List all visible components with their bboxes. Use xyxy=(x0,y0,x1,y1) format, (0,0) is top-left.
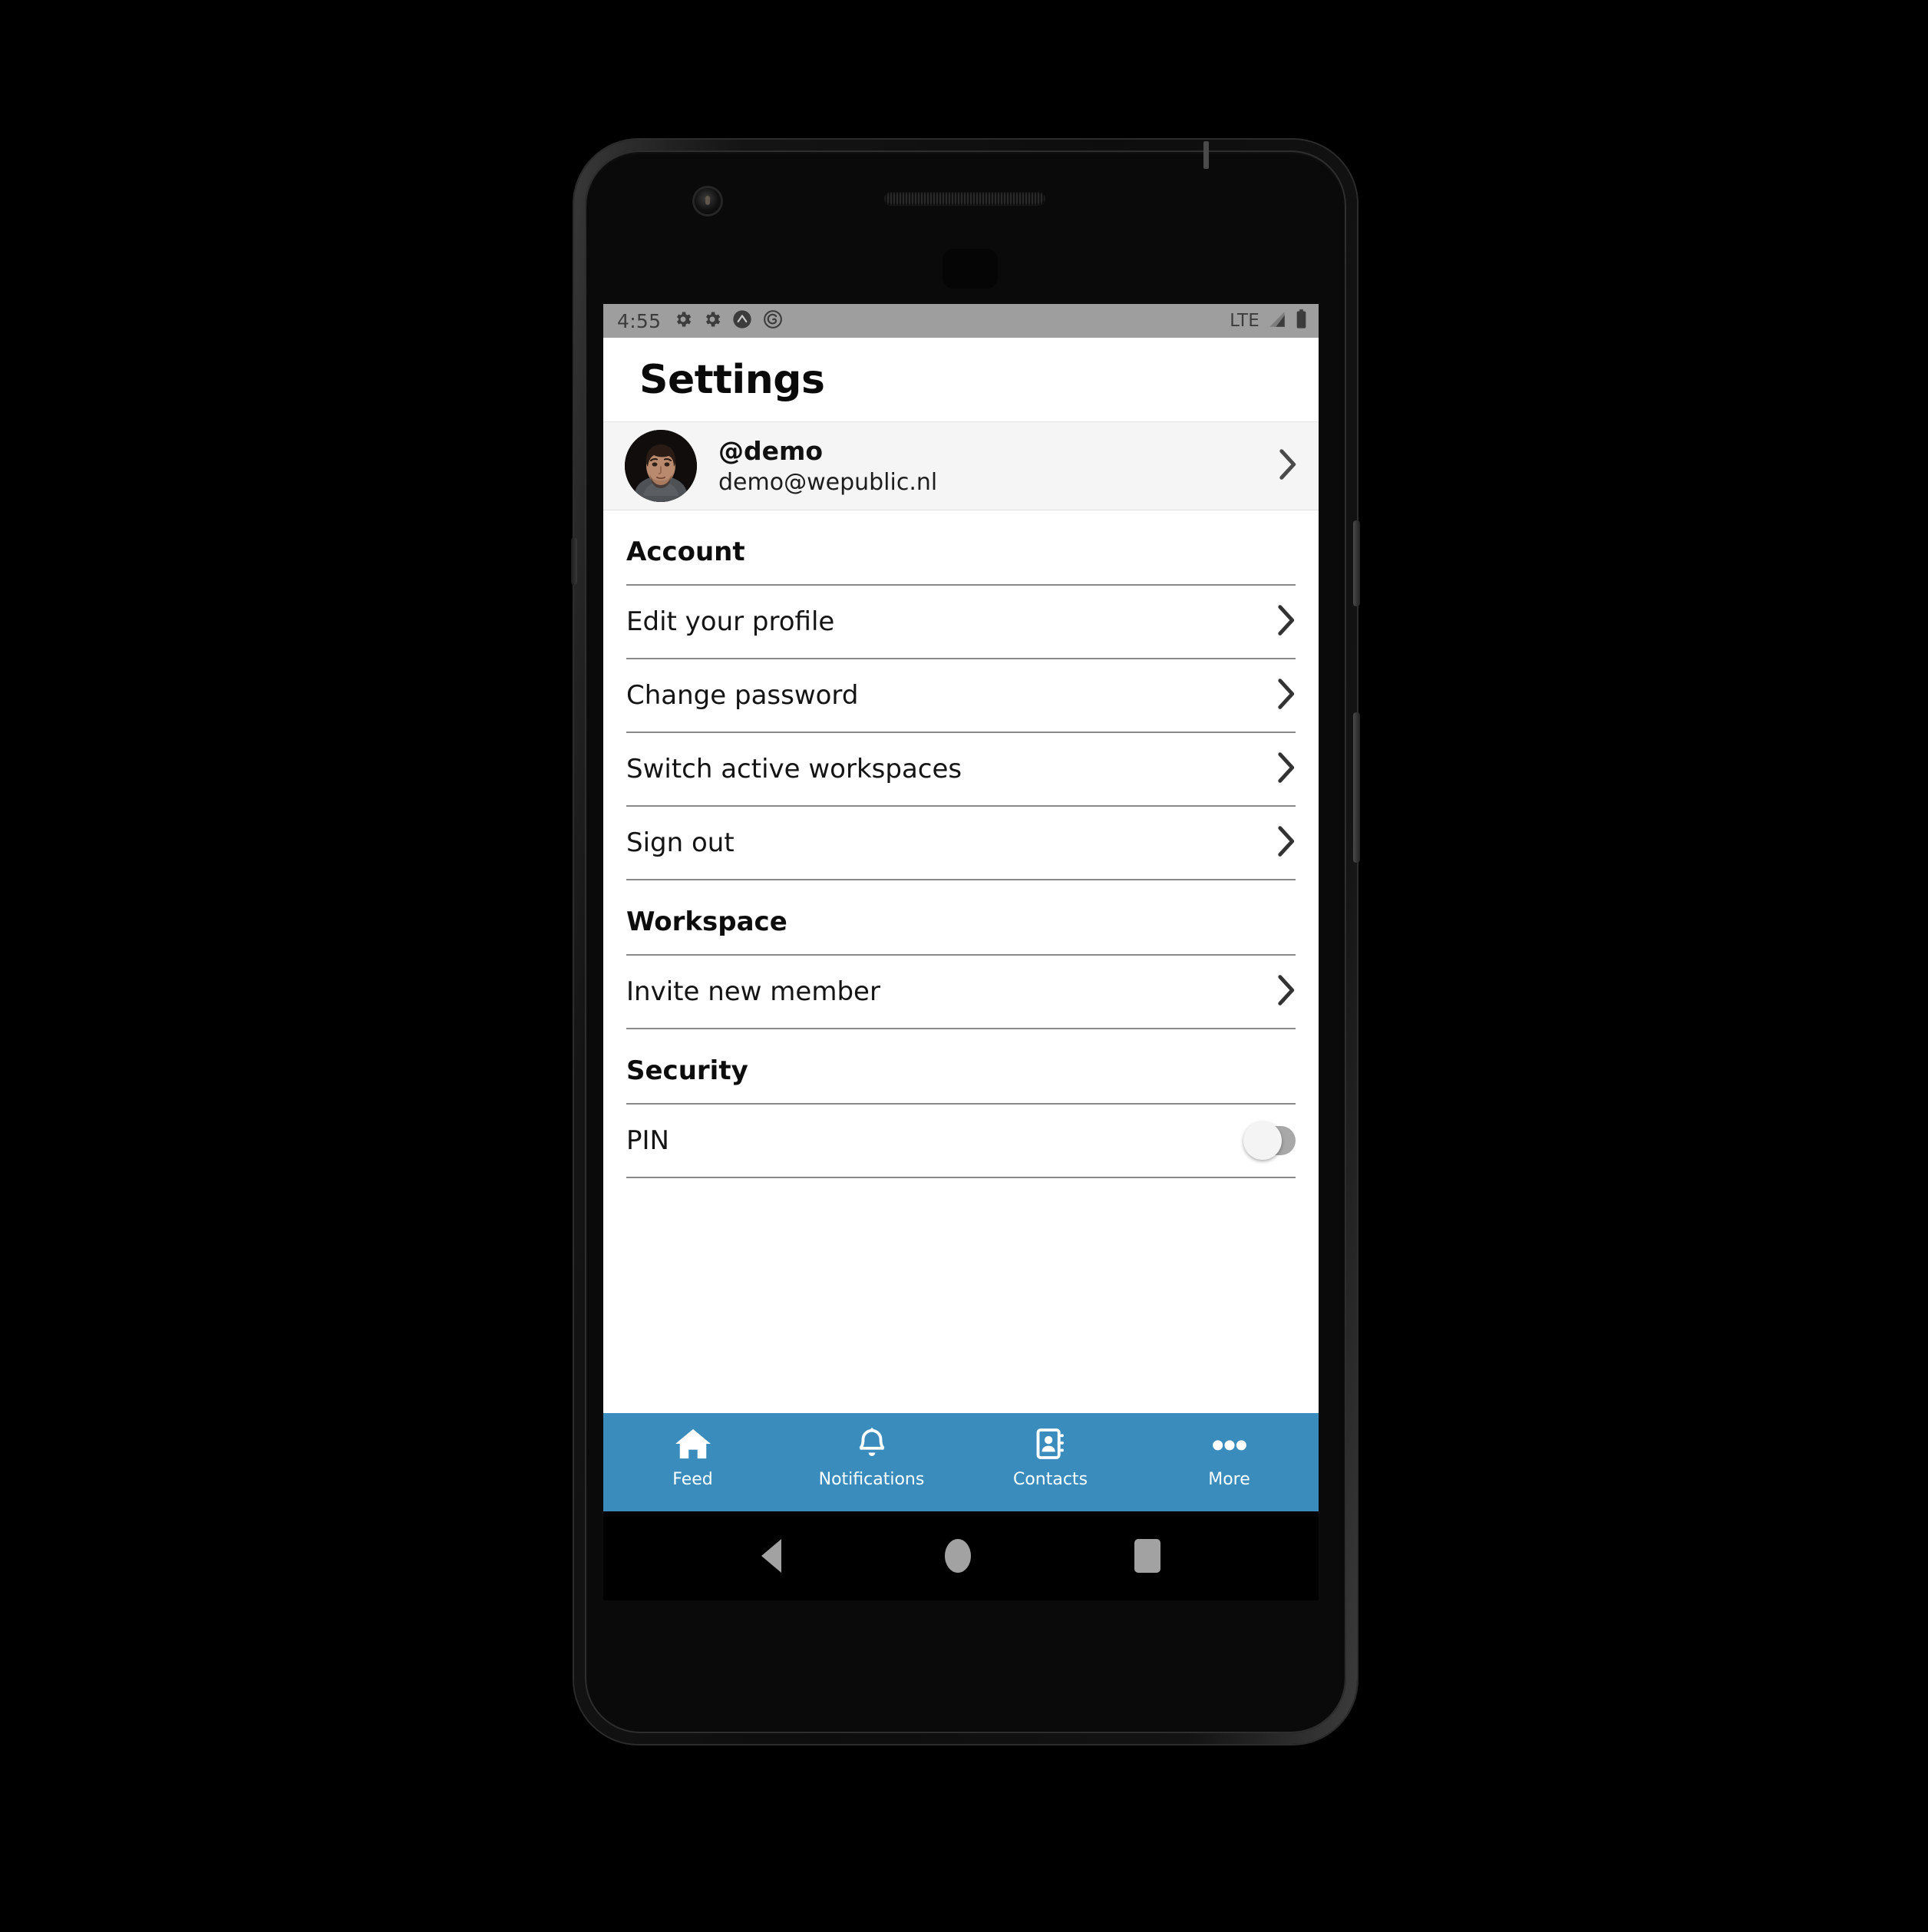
profile-row[interactable]: @demo demo@wepublic.nl xyxy=(603,422,1319,510)
toggle-switch[interactable] xyxy=(1243,1121,1296,1160)
settings-row-label: Switch active workspaces xyxy=(626,754,962,784)
settings-row-label: Invite new member xyxy=(626,976,880,1007)
settings-row-label: Sign out xyxy=(626,827,735,858)
profile-handle: @demo xyxy=(718,436,824,466)
nav-item-notifications[interactable]: Notifications xyxy=(782,1413,961,1489)
nav-label-contacts: Contacts xyxy=(1012,1470,1088,1489)
bell-icon xyxy=(854,1426,890,1465)
section-header-account: Account xyxy=(626,510,1296,586)
section-header-security: Security xyxy=(626,1029,1296,1105)
caret-circle-icon xyxy=(731,309,753,333)
chevron-right-icon xyxy=(1276,603,1296,640)
status-bar-left-icons xyxy=(673,309,784,333)
nav-item-contacts[interactable]: Contacts xyxy=(961,1413,1140,1489)
chevron-right-icon xyxy=(1276,973,1296,1010)
nav-label-feed: Feed xyxy=(672,1470,713,1489)
left-side-button[interactable] xyxy=(571,537,577,585)
network-type-label: LTE xyxy=(1230,311,1259,331)
android-system-nav-bar xyxy=(603,1511,1319,1600)
bottom-navigation-bar: Feed Notifications Contacts More xyxy=(603,1413,1319,1511)
settings-row[interactable]: Edit your profile xyxy=(626,586,1296,659)
volume-button[interactable] xyxy=(1353,712,1360,863)
status-bar-right-icons: LTE xyxy=(1230,309,1308,333)
nav-item-feed[interactable]: Feed xyxy=(603,1413,782,1489)
nav-label-notifications: Notifications xyxy=(818,1470,925,1489)
chevron-right-icon xyxy=(1276,677,1296,714)
status-bar: 4:55 LTE xyxy=(603,304,1319,338)
chevron-right-icon xyxy=(1276,751,1296,788)
chevron-right-icon xyxy=(1276,824,1296,861)
nav-item-more[interactable]: More xyxy=(1140,1413,1319,1489)
status-bar-clock: 4:55 xyxy=(617,309,662,332)
settings-row-label: PIN xyxy=(626,1125,669,1156)
home-circle-icon[interactable] xyxy=(944,1539,971,1573)
settings-row[interactable]: Sign out xyxy=(626,807,1296,880)
nav-label-more: More xyxy=(1208,1470,1250,1489)
settings-row-label: Change password xyxy=(626,680,859,711)
app-header: Settings xyxy=(603,338,1319,422)
battery-icon xyxy=(1295,309,1308,333)
ellipsis-icon xyxy=(1210,1426,1250,1465)
settings-row[interactable]: Invite new member xyxy=(626,956,1296,1029)
earpiece-speaker xyxy=(884,192,1045,205)
settings-row-label: Edit your profile xyxy=(626,606,835,637)
avatar xyxy=(625,430,697,502)
settings-row[interactable]: Switch active workspaces xyxy=(626,733,1296,807)
spiral-circle-icon xyxy=(762,309,784,333)
profile-email: demo@wepublic.nl xyxy=(718,469,938,496)
settings-row[interactable]: PIN xyxy=(626,1105,1296,1178)
proximity-sensor xyxy=(943,249,998,289)
back-triangle-icon[interactable] xyxy=(761,1539,782,1573)
front-camera-icon xyxy=(695,188,721,214)
power-button[interactable] xyxy=(1353,520,1360,606)
contact-card-icon xyxy=(1033,1426,1068,1465)
gear-icon xyxy=(702,309,722,332)
settings-list: Account Edit your profile Change password S… xyxy=(603,510,1319,1178)
home-icon xyxy=(673,1426,713,1465)
toggle-thumb xyxy=(1243,1121,1282,1160)
recents-square-icon[interactable] xyxy=(1134,1539,1160,1573)
profile-text-block: @demo demo@wepublic.nl xyxy=(718,436,937,496)
phone-screen: 4:55 LTE Settings @demo demo@wepublic.nl… xyxy=(603,304,1319,1511)
antenna-line xyxy=(1203,141,1209,169)
page-title: Settings xyxy=(639,356,825,403)
section-header-workspace: Workspace xyxy=(626,880,1296,956)
camera-lens-dot xyxy=(705,196,710,205)
settings-row[interactable]: Change password xyxy=(626,659,1296,733)
chevron-right-icon xyxy=(1277,447,1297,484)
gear-icon xyxy=(673,309,693,332)
signal-icon xyxy=(1266,309,1288,332)
